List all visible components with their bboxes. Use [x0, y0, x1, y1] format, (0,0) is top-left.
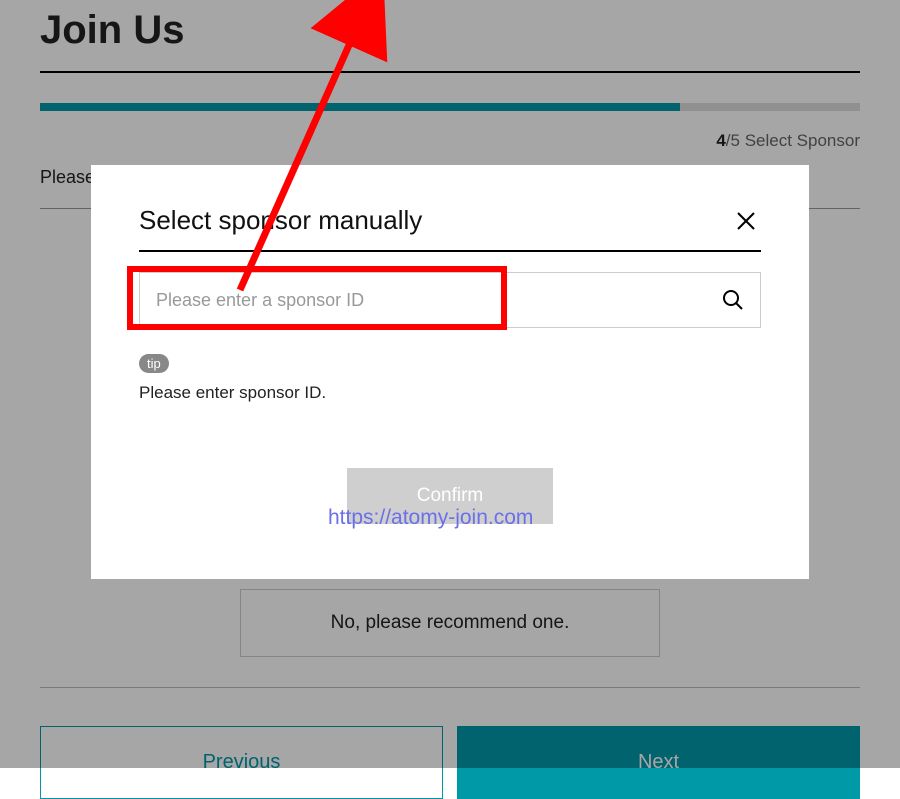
confirm-button[interactable]: Confirm [347, 468, 553, 524]
tip-text: Please enter sponsor ID. [139, 383, 761, 403]
tip-badge: tip [139, 354, 169, 373]
sponsor-id-input[interactable] [139, 272, 761, 328]
modal-title: Select sponsor manually [139, 205, 422, 236]
modal-overlay: Select sponsor manually tip Please enter… [0, 0, 900, 768]
close-icon [734, 209, 758, 233]
select-sponsor-modal: Select sponsor manually tip Please enter… [91, 165, 809, 579]
close-button[interactable] [731, 206, 761, 236]
search-button[interactable] [721, 288, 745, 312]
search-icon [721, 288, 745, 312]
